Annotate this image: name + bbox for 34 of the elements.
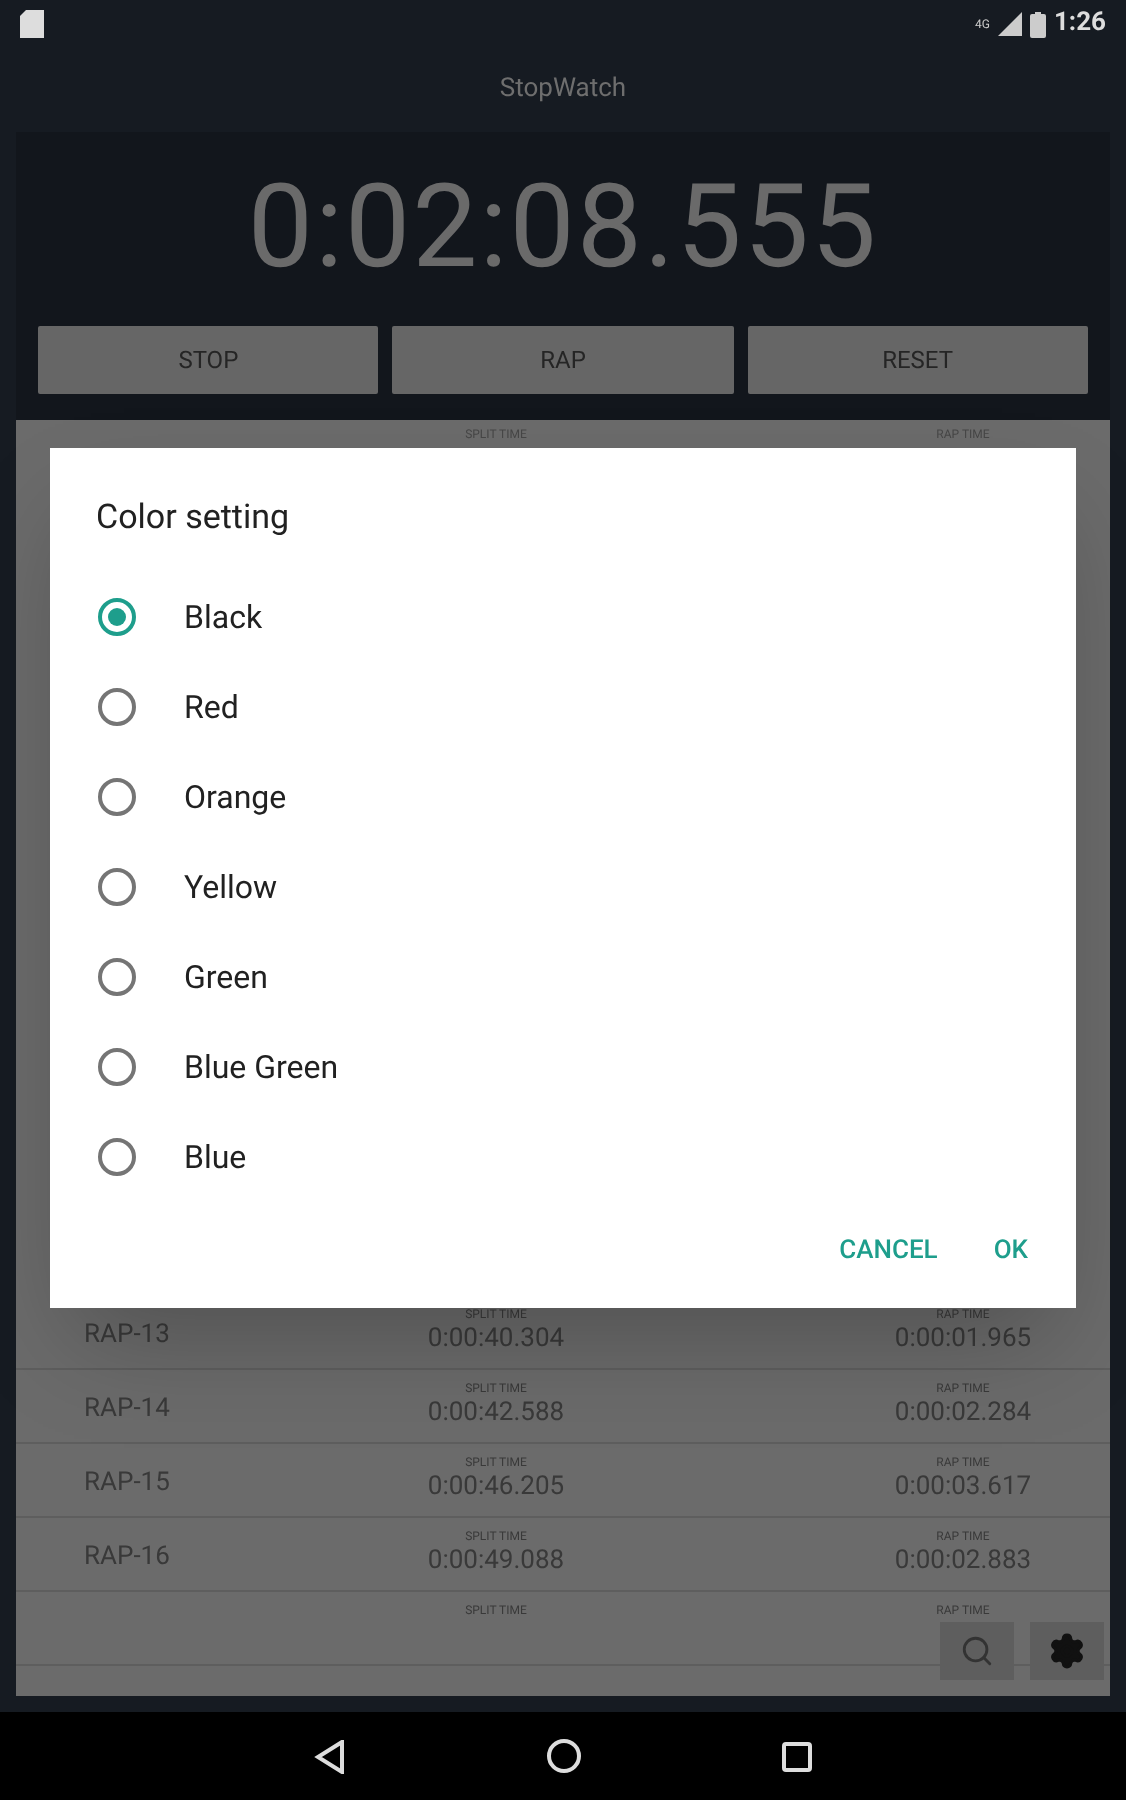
color-option[interactable]: Yellow (50, 842, 1076, 932)
color-option[interactable]: Blue Green (50, 1022, 1076, 1112)
radio-button[interactable] (98, 958, 136, 996)
recents-icon[interactable] (782, 1741, 812, 1771)
color-option[interactable]: Red (50, 662, 1076, 752)
app-title: StopWatch (499, 72, 627, 109)
clock: 1:26 (1053, 6, 1106, 43)
option-label: Blue (184, 1135, 247, 1179)
settings-button[interactable] (1030, 1622, 1104, 1680)
color-option[interactable]: Blue (50, 1112, 1076, 1202)
radio-button[interactable] (98, 1138, 136, 1176)
option-label: Blue Green (184, 1045, 339, 1089)
option-label: Yellow (184, 865, 278, 909)
radio-button[interactable] (98, 1048, 136, 1086)
option-label: Red (184, 685, 239, 729)
home-icon[interactable] (546, 1738, 582, 1774)
battery-icon (1029, 11, 1046, 37)
radio-button[interactable] (98, 598, 136, 636)
back-icon[interactable] (314, 1739, 346, 1773)
sd-card-icon (20, 10, 44, 38)
option-label: Black (184, 595, 263, 639)
dialog-title: Color setting (96, 495, 290, 541)
color-option[interactable]: Black (50, 572, 1076, 662)
color-option[interactable]: Orange (50, 752, 1076, 842)
timer-display: 0:02:08.555 (247, 158, 879, 300)
radio-button[interactable] (98, 778, 136, 816)
radio-button[interactable] (98, 688, 136, 726)
option-label: Green (184, 955, 268, 999)
color-option[interactable]: Green (50, 932, 1076, 1022)
radio-button[interactable] (98, 868, 136, 906)
option-label: Orange (184, 775, 287, 819)
signal-icon (997, 12, 1022, 36)
search-icon (960, 1634, 994, 1668)
settings-icon (1048, 1632, 1086, 1670)
